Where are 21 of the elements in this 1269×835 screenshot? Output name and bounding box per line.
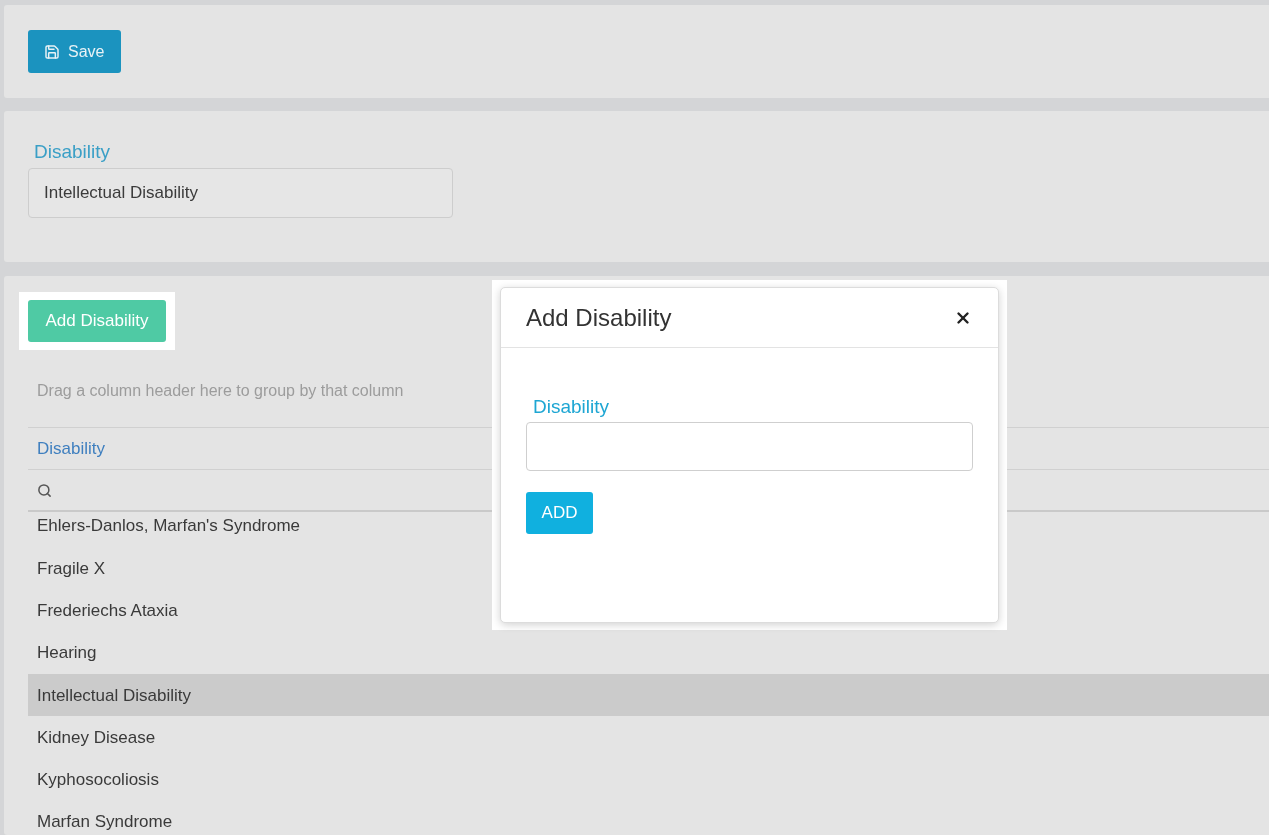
dialog-title: Add Disability: [526, 302, 672, 333]
table-cell-text: Frederiechs Ataxia: [37, 600, 178, 622]
search-icon: [37, 482, 52, 498]
table-row[interactable]: Hearing: [28, 631, 1269, 675]
table-row[interactable]: Kidney Disease: [28, 716, 1269, 759]
table-cell-text: Kidney Disease: [37, 726, 156, 749]
field-label: Disability: [34, 141, 111, 163]
table-cell-text: Fragile X: [37, 557, 106, 580]
table-row[interactable]: Frederiechs Ataxia: [28, 589, 1269, 632]
table-cell-text: Marfan Syndrome: [37, 811, 173, 834]
table-row[interactable]: Fragile X: [28, 547, 1269, 590]
table-row[interactable]: Kyphosocoliosis: [28, 758, 1269, 802]
disability-input-field[interactable]: [526, 422, 973, 471]
table-cell-text: Kyphosocoliosis: [37, 769, 159, 792]
field-label: Disability: [533, 396, 610, 418]
disability-field[interactable]: Intellectual Disability: [28, 168, 453, 218]
table-cell-text: Hearing: [37, 642, 97, 665]
group-panel-hint: Drag a column header here to group by that column: [37, 381, 404, 401]
table-cell-text: Intellectual Disability: [37, 684, 191, 707]
table-row[interactable]: Marfan Syndrome: [28, 801, 1269, 835]
table-row[interactable]: Intellectual Disability: [28, 674, 1269, 717]
